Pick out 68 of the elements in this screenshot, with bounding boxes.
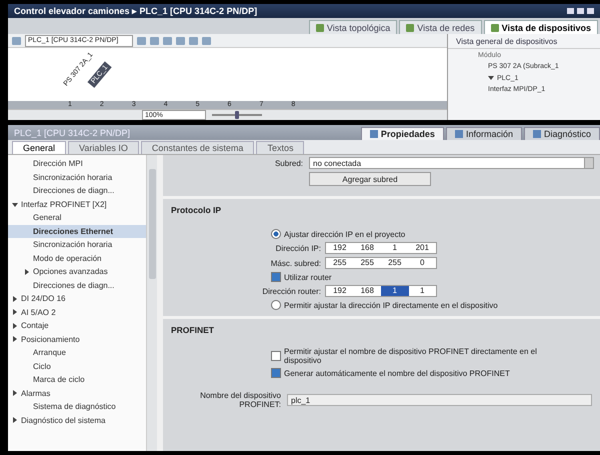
panel-title: Vista general de dispositivos [448,34,600,49]
tree-item[interactable]: Direcciones Ethernet [8,224,146,238]
field-label: Másc. subred: [270,258,321,268]
panel-tab[interactable]: Información [446,127,522,140]
option-label: Permitir ajustar la dirección IP directamente en el dispositivo [284,300,498,310]
section-title: Protocolo IP [171,205,222,215]
checkbox[interactable] [271,351,281,361]
tree-item[interactable]: AI 5/AO 2 [8,306,146,319]
tree-item[interactable]: Modo de operación [8,252,146,265]
tree-item[interactable]: Sistema de diagnóstico [8,400,146,414]
option-label: Permitir ajustar el nombre de dispositivo PROFINET directamente en el dispositivo [284,347,538,365]
expander-icon[interactable] [12,203,18,208]
field-label: Dirección IP: [274,244,321,252]
tree-item[interactable]: Direcciones de diagn... [8,278,146,292]
subnet-dropdown[interactable]: no conectada [309,157,594,169]
properties-tab[interactable]: General [12,141,66,154]
tree-item[interactable]: Alarmas [8,386,146,400]
option-label: Utilizar router [284,272,332,282]
tree-item[interactable]: Opciones avanzadas [8,265,146,278]
field-label: Nombre del dispositivo PROFINET: [199,391,281,409]
expander-icon[interactable] [13,296,17,302]
tree-item[interactable]: Dirección MPI [8,157,146,170]
device-name-field[interactable]: plc_1 [287,394,592,406]
tree-item[interactable]: Marca de ciclo [8,373,146,386]
option-label: Generar automáticamente el nombre del dispositivo PROFINET [284,368,510,378]
ip-field[interactable]: 192 168 1 1 [325,285,437,297]
section-title: PROFINET [171,325,215,335]
tree-item[interactable]: Sincronización horaria [8,238,146,252]
view-tab[interactable]: Vista de redes [399,20,482,34]
panel-tab[interactable]: Propiedades [360,127,444,140]
tree-item[interactable]: Direcciones de diagn... [8,184,146,198]
properties-tab[interactable]: Variables IO [68,141,139,154]
properties-tab[interactable]: Constantes de sistema [140,141,254,154]
window-title: Control elevador camiones ▸ PLC_1 [CPU 314C-2 PN/DP] [14,6,258,16]
checkbox[interactable] [271,368,281,378]
panel-title: PLC_1 [CPU 314C-2 PN/DP] [14,128,130,138]
option-label: Ajustar dirección IP en el proyecto [284,230,406,238]
tree-item[interactable]: DI 24/DO 16 [8,292,146,306]
field-label: Subred: [274,158,303,168]
scrollbar-thumb[interactable] [148,169,156,279]
view-tab[interactable]: Vista de dispositivos [484,20,598,34]
expander-icon[interactable] [13,322,17,329]
expander-icon[interactable] [13,309,17,316]
expander-icon[interactable] [13,417,17,424]
slider-thumb[interactable] [235,111,239,119]
tree-item[interactable]: Posicionamiento [8,332,146,346]
tree-item[interactable]: Arranque [8,346,146,360]
view-tab[interactable]: Vista topológica [308,20,398,34]
radio-button[interactable] [271,300,281,310]
checkbox[interactable] [271,272,281,282]
radio-button[interactable] [271,229,281,239]
tree-item[interactable]: General [8,211,146,224]
ip-field[interactable]: 192 168 1 201 [325,242,437,254]
add-subnet-button[interactable]: Agregar subred [309,172,431,186]
tree-item[interactable]: Sincronización horaria [8,170,146,184]
expander-icon[interactable] [488,76,494,80]
properties-tab[interactable]: Textos [256,141,304,154]
toolbar-icon[interactable] [12,36,21,44]
panel-tab[interactable]: Diagnóstico [524,127,600,140]
tree-item[interactable]: Diagnóstico del sistema [8,414,146,427]
tree-item[interactable]: Contaje [8,319,146,332]
tree-item[interactable]: Interfaz PROFINET [X2] [8,198,146,211]
expander-icon[interactable] [13,336,17,342]
field-label: Dirección router: [261,286,321,296]
expander-icon[interactable] [13,390,17,396]
ip-field[interactable]: 255 255 255 0 [325,257,437,269]
expander-icon[interactable] [25,268,29,275]
tree-item[interactable]: Ciclo [8,360,146,373]
